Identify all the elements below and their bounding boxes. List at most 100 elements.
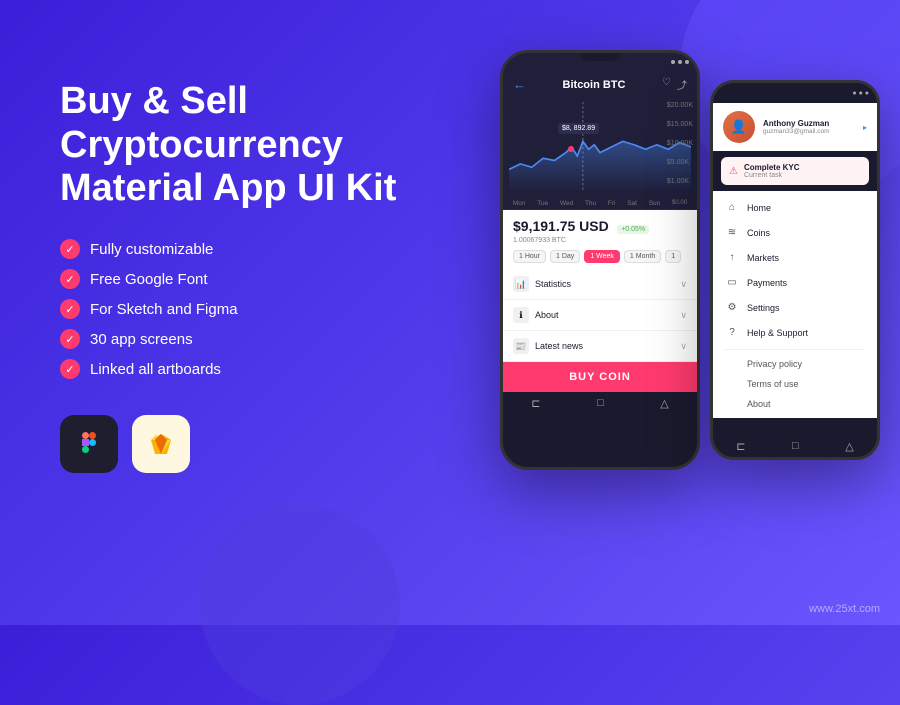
time-btn-1day[interactable]: 1 Day <box>550 250 580 263</box>
price-change-badge: +0.05% <box>617 225 649 234</box>
about-label: About <box>535 310 559 320</box>
feature-item: ✓ For Sketch and Figma <box>60 299 420 319</box>
settings-icon: ⚙ <box>725 302 739 313</box>
chart-y-labels: $20.00K $15.00K $10.00K $5.00K $1.00K <box>667 102 693 185</box>
nav2-back-icon[interactable]: ⊏ <box>736 440 745 453</box>
check-icon: ✓ <box>60 299 80 319</box>
payments-label: Payments <box>747 278 787 288</box>
user-email: guzman33@gmail.com <box>763 128 830 135</box>
feature-item: ✓ Linked all artboards <box>60 359 420 379</box>
coins-icon: ≋ <box>725 227 739 238</box>
coins-label: Coins <box>747 228 770 238</box>
day-labels: Mon Tue Wed Thu Fri Sat Sun $0.00 <box>503 198 697 210</box>
check-icon: ✓ <box>60 359 80 379</box>
feature-item: ✓ Free Google Font <box>60 269 420 289</box>
markets-icon: ↑ <box>725 252 739 263</box>
time-btn-more[interactable]: 1 <box>665 250 681 263</box>
nav2-home-icon[interactable]: □ <box>792 440 799 452</box>
sidebar-nav: ⌂ Home ≋ Coins ↑ Markets ▭ Payments ⚙ Se… <box>713 191 877 418</box>
sidebar-about[interactable]: About <box>713 394 877 414</box>
statistics-icon: 📊 <box>513 276 529 292</box>
phone-notch <box>580 53 620 61</box>
figma-icon <box>60 415 118 473</box>
watermark: www.25xt.com <box>809 603 880 615</box>
buy-coin-button[interactable]: BUY COIN <box>503 362 697 392</box>
phones-area: ← Bitcoin BTC ♡ ⤴ $20.00K $15.00K $10.00… <box>500 30 880 470</box>
home-label: Home <box>747 203 771 213</box>
statistics-label: Statistics <box>535 279 571 289</box>
time-btn-1week[interactable]: 1 Week <box>584 250 620 263</box>
status-dot <box>685 60 689 64</box>
sidebar-terms-of-use[interactable]: Terms of use <box>713 374 877 394</box>
help-label: Help & Support <box>747 328 808 338</box>
user-avatar: 👤 <box>723 111 755 143</box>
about-icon: ℹ <box>513 307 529 323</box>
back-arrow-icon[interactable]: ← <box>513 77 526 92</box>
price-section: $9,191.75 USD +0.05% 1.00067933 BTC 1 Ho… <box>503 210 697 269</box>
nav-home-icon[interactable]: □ <box>597 397 604 409</box>
phone-bottom-nav: ⊏ □ △ <box>503 392 697 414</box>
kyc-subtitle: Current task <box>744 172 800 179</box>
sidebar-divider <box>725 349 865 350</box>
left-panel: Buy & Sell Cryptocurrency Material App U… <box>60 80 420 473</box>
sidebar-item-payments[interactable]: ▭ Payments <box>713 270 877 295</box>
status-dot <box>678 60 682 64</box>
price-tooltip: $8, 892.89 <box>558 123 599 134</box>
menu-item-latest-news[interactable]: 📰 Latest news ∨ <box>503 331 697 362</box>
check-icon: ✓ <box>60 269 80 289</box>
phone-main: ← Bitcoin BTC ♡ ⤴ $20.00K $15.00K $10.00… <box>500 50 700 470</box>
nav-recent-icon[interactable]: △ <box>660 397 668 410</box>
user-profile-header: 👤 Anthony Guzman guzman33@gmail.com ▸ <box>713 103 877 151</box>
nav-back-icon[interactable]: ⊏ <box>531 397 540 410</box>
red-dot-indicator <box>568 146 574 152</box>
sidebar-item-help[interactable]: ? Help & Support <box>713 320 877 345</box>
check-icon: ✓ <box>60 239 80 259</box>
check-icon: ✓ <box>60 329 80 349</box>
sidebar-item-coins[interactable]: ≋ Coins <box>713 220 877 245</box>
status-dot <box>671 60 675 64</box>
kyc-alert[interactable]: ⚠ Complete KYC Current task <box>721 157 869 185</box>
phone-second: ● ● ● 👤 Anthony Guzman guzman33@gmail.co… <box>710 80 880 460</box>
phone-screen-header: ← Bitcoin BTC ♡ ⤴ <box>503 71 697 98</box>
heart-icon[interactable]: ♡ <box>662 77 671 92</box>
phone2-bottom-nav: ⊏ □ △ <box>713 435 877 457</box>
menu-item-statistics[interactable]: 📊 Statistics ∨ <box>503 269 697 300</box>
time-filter-buttons: 1 Hour 1 Day 1 Week 1 Month 1 <box>513 250 687 263</box>
sidebar-item-settings[interactable]: ⚙ Settings <box>713 295 877 320</box>
kyc-title: Complete KYC <box>744 163 800 172</box>
chevron-down-icon: ∨ <box>680 310 687 321</box>
user-info: Anthony Guzman guzman33@gmail.com <box>763 119 830 135</box>
sidebar-item-home[interactable]: ⌂ Home <box>713 195 877 220</box>
price-value: $9,191.75 USD <box>513 218 609 234</box>
time-btn-1month[interactable]: 1 Month <box>624 250 661 263</box>
markets-label: Markets <box>747 253 779 263</box>
help-icon: ? <box>725 327 739 338</box>
chart-svg <box>509 102 691 192</box>
feature-item: ✓ 30 app screens <box>60 329 420 349</box>
user-name: Anthony Guzman <box>763 119 830 128</box>
chevron-down-icon: ∨ <box>680 279 687 290</box>
settings-label: Settings <box>747 303 780 313</box>
main-title: Buy & Sell Cryptocurrency Material App U… <box>60 80 420 211</box>
sketch-icon <box>132 415 190 473</box>
phone2-status-bar: ● ● ● <box>713 83 877 103</box>
tool-icons <box>60 415 420 473</box>
price-btc: 1.00067933 BTC <box>513 237 687 244</box>
menu-item-about[interactable]: ℹ About ∨ <box>503 300 697 331</box>
sidebar-privacy-policy[interactable]: Privacy policy <box>713 354 877 374</box>
feature-item: ✓ Fully customizable <box>60 239 420 259</box>
payments-icon: ▭ <box>725 277 739 288</box>
profile-chevron-icon[interactable]: ▸ <box>863 123 867 132</box>
share-icon[interactable]: ⤴ <box>677 77 687 92</box>
time-btn-1hour[interactable]: 1 Hour <box>513 250 546 263</box>
nav2-recent-icon[interactable]: △ <box>845 440 853 453</box>
header-action-icons: ♡ ⤴ <box>662 77 687 92</box>
chevron-down-icon: ∨ <box>680 341 687 352</box>
menu-items-list: 📊 Statistics ∨ ℹ About ∨ 📰 Latest news ∨ <box>503 269 697 362</box>
news-icon: 📰 <box>513 338 529 354</box>
price-chart: $20.00K $15.00K $10.00K $5.00K $1.00K $ <box>503 98 697 198</box>
features-list: ✓ Fully customizable ✓ Free Google Font … <box>60 239 420 379</box>
decorative-blob-bottom <box>200 505 400 705</box>
sidebar-item-markets[interactable]: ↑ Markets <box>713 245 877 270</box>
coin-title: Bitcoin BTC <box>563 79 626 91</box>
